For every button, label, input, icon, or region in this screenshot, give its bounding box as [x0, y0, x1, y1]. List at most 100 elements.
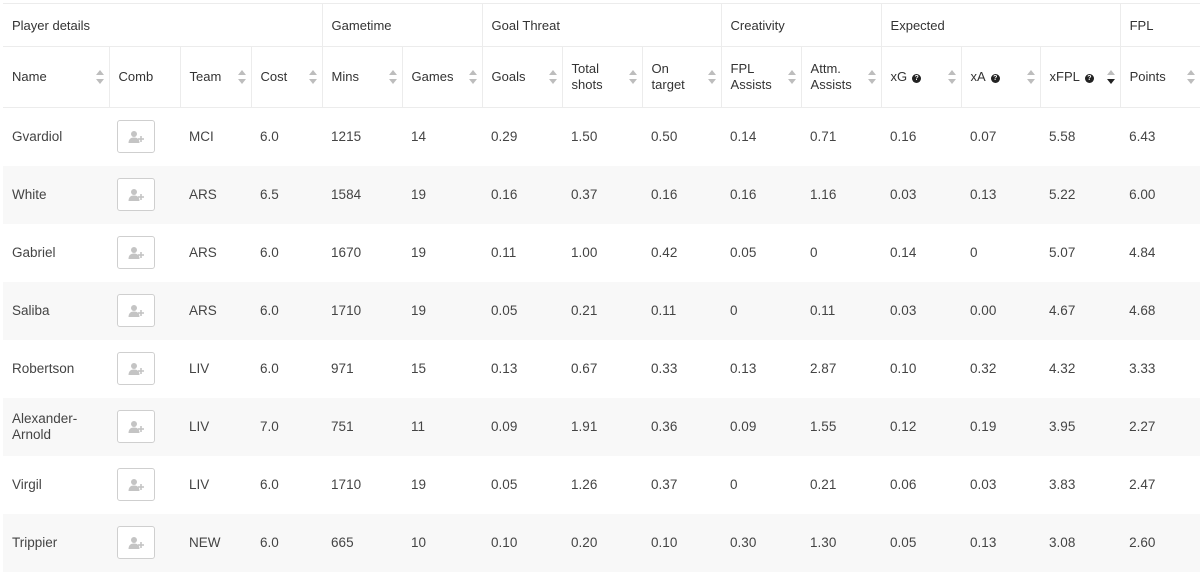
column-header-xg[interactable]: xG? [880, 46, 962, 108]
games: 10 [402, 513, 483, 572]
points: 2.60 [1120, 513, 1200, 572]
points: 2.27 [1120, 397, 1200, 456]
sort-icon[interactable] [628, 70, 637, 84]
sort-icon[interactable] [468, 70, 477, 84]
add-to-comb-button[interactable] [117, 352, 155, 385]
on-target: 0.16 [642, 165, 722, 224]
sort-icon[interactable] [388, 70, 397, 84]
sort-icon[interactable] [1026, 70, 1035, 84]
add-to-comb-button[interactable] [117, 178, 155, 211]
group-creativity: Creativity [720, 3, 882, 47]
comb-cell [109, 224, 180, 282]
column-header-team[interactable]: Team [179, 46, 251, 108]
team: LIV [189, 360, 210, 376]
add-to-comb-button[interactable] [117, 468, 155, 501]
xa: 0.07 [970, 128, 997, 144]
sort-descending-icon[interactable] [1106, 70, 1115, 84]
column-label: Attm. Assists [810, 61, 852, 92]
sort-icon[interactable] [1187, 70, 1196, 84]
cost: 6.0 [260, 244, 279, 260]
sort-icon[interactable] [237, 70, 246, 84]
column-header-cost[interactable]: Cost [250, 46, 323, 108]
mins: 1215 [331, 128, 362, 144]
column-header-on-target[interactable]: On target [641, 46, 722, 108]
add-to-comb-button[interactable] [117, 236, 155, 269]
comb-cell [109, 513, 180, 572]
fpl-assists: 0.14 [730, 128, 757, 144]
cost: 6.5 [251, 165, 323, 224]
total-shots: 1.00 [571, 244, 598, 260]
attm-assists: 1.16 [801, 165, 882, 224]
player-name: Gvardiol [12, 128, 63, 144]
sort-icon[interactable] [867, 70, 876, 84]
table-row: White ARS 6.5 1584 19 0.16 0.37 0.16 0.1… [3, 165, 1200, 224]
team: NEW [180, 513, 251, 572]
add-to-comb-button[interactable] [117, 410, 155, 443]
goals: 0.05 [491, 476, 518, 492]
player-name: Robertson [12, 360, 75, 376]
on-target: 0.50 [651, 128, 678, 144]
team: ARS [180, 281, 251, 340]
fpl-assists: 0.05 [730, 244, 757, 260]
player-name: Gabriel [12, 244, 56, 260]
sort-icon[interactable] [308, 70, 317, 84]
question-circle-icon[interactable]: ? [1084, 74, 1094, 83]
goals: 0.09 [482, 397, 563, 456]
column-header-name[interactable]: Name [3, 46, 109, 108]
column-label: Cost [260, 69, 288, 84]
games: 14 [411, 128, 427, 144]
fpl-assists: 0.13 [730, 360, 757, 376]
group-player-details: Player details [3, 3, 323, 47]
attm-assists: 0.11 [801, 281, 882, 340]
sort-icon[interactable] [548, 70, 557, 84]
goals: 0.05 [482, 281, 563, 340]
column-header-games[interactable]: Games [401, 46, 483, 108]
question-circle-icon[interactable]: ? [990, 74, 1000, 83]
column-label: xA [970, 69, 986, 84]
xfpl: 3.95 [1040, 397, 1121, 456]
games: 19 [411, 476, 427, 492]
mins: 1670 [331, 244, 362, 260]
xa: 0.32 [970, 360, 997, 376]
column-header-fpl-assists[interactable]: FPL Assists [720, 46, 802, 108]
add-to-comb-button[interactable] [117, 526, 155, 559]
column-label: FPL Assists [730, 61, 772, 92]
total-shots: 1.26 [571, 476, 598, 492]
column-header-attm-assists[interactable]: Attm. Assists [800, 46, 882, 108]
column-label: Points [1129, 69, 1166, 84]
column-header-total-shots[interactable]: Total shots [561, 46, 643, 108]
add-user-icon [128, 188, 144, 201]
xa: 0.13 [961, 165, 1041, 224]
column-header-xa[interactable]: xA? [960, 46, 1041, 108]
goals: 0.10 [482, 513, 563, 572]
question-circle-icon[interactable]: ? [912, 74, 922, 83]
player-name: White [3, 165, 109, 224]
column-label: Games [411, 69, 454, 84]
column-label: Total shots [571, 61, 603, 92]
add-to-comb-button[interactable] [117, 294, 155, 327]
attm-assists: 2.87 [810, 360, 837, 376]
player-stats-table: Player details Gametime Goal Threat Crea… [3, 3, 1200, 572]
sort-icon[interactable] [787, 70, 796, 84]
attm-assists: 0.71 [810, 128, 837, 144]
mins: 751 [322, 397, 403, 456]
points: 4.84 [1129, 244, 1156, 260]
points: 6.00 [1120, 165, 1200, 224]
column-header-mins[interactable]: Mins [321, 46, 403, 108]
column-header-xfpl[interactable]: xFPL? [1039, 46, 1121, 108]
sort-icon[interactable] [95, 70, 104, 84]
sort-icon[interactable] [707, 70, 716, 84]
on-target: 0.10 [642, 513, 722, 572]
column-header-points[interactable]: Points [1119, 46, 1200, 108]
on-target: 0.11 [642, 281, 722, 340]
xg: 0.06 [890, 476, 917, 492]
add-to-comb-button[interactable] [117, 120, 155, 154]
games: 15 [411, 360, 427, 376]
column-header-goals[interactable]: Goals [481, 46, 563, 108]
xg: 0.14 [890, 244, 917, 260]
comb-cell [109, 340, 180, 398]
xfpl: 5.58 [1049, 128, 1076, 144]
mins: 1584 [322, 165, 403, 224]
xfpl: 4.32 [1049, 360, 1076, 376]
sort-icon[interactable] [947, 70, 956, 84]
